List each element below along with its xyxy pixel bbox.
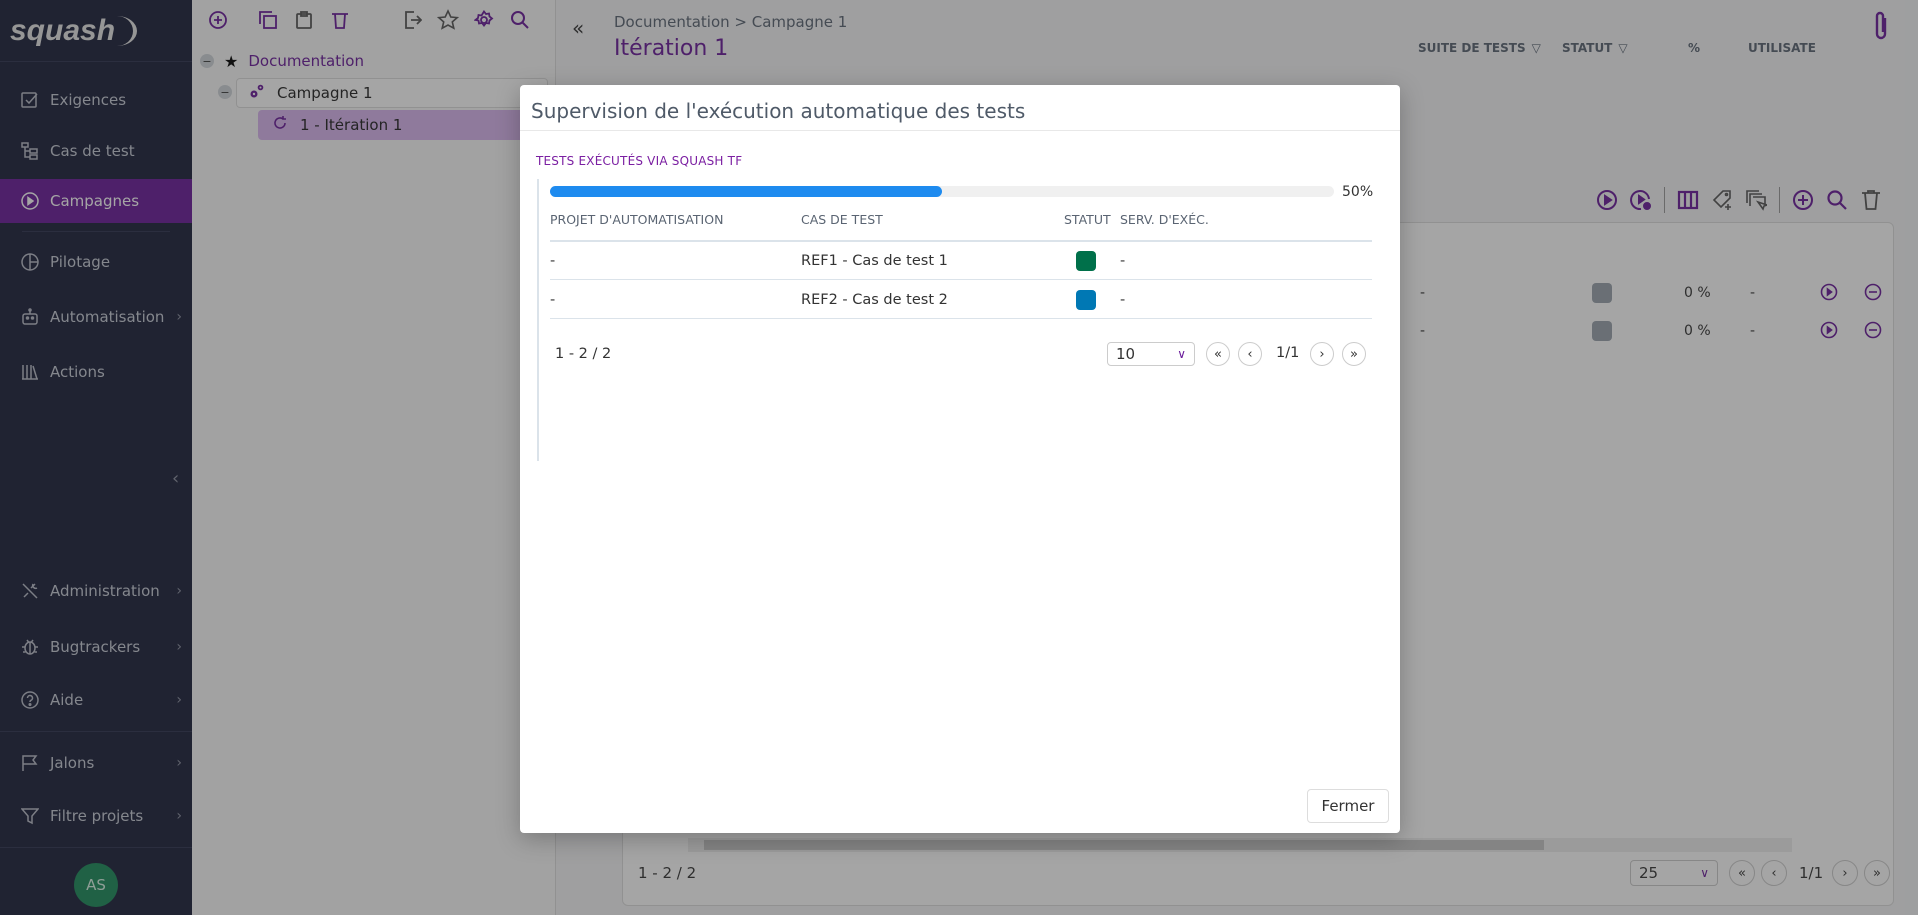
dialog-divider [520, 130, 1400, 131]
close-button[interactable]: Fermer [1307, 789, 1389, 823]
cell-automation-project: - [550, 253, 556, 269]
next-page-button[interactable]: › [1310, 342, 1334, 366]
previous-page-button[interactable]: ‹ [1238, 342, 1262, 366]
automated-execution-supervision-dialog: Supervision de l'exécution automatique d… [520, 85, 1400, 833]
page-size-value: 10 [1116, 345, 1136, 363]
execution-progress-bar [550, 186, 1334, 197]
dialog-page-size-select[interactable]: 10 ∨ [1107, 342, 1195, 366]
cell-exec-server: - [1120, 292, 1126, 308]
row-divider [550, 279, 1372, 280]
cell-test-case: REF1 - Cas de test 1 [801, 253, 948, 269]
progress-fill [550, 186, 942, 197]
column-header-test-case: CAS DE TEST [801, 212, 883, 227]
section-title: TESTS EXÉCUTÉS VIA SQUASH TF [536, 154, 743, 168]
section-rule [537, 179, 539, 461]
column-header-automation-project: PROJET D'AUTOMATISATION [550, 212, 724, 227]
status-badge [1076, 290, 1096, 310]
page-indicator: 1/1 [1276, 345, 1300, 361]
column-header-status: STATUT [1064, 212, 1111, 227]
dialog-title: Supervision de l'exécution automatique d… [531, 99, 1026, 123]
cell-test-case: REF2 - Cas de test 2 [801, 292, 948, 308]
row-divider [550, 318, 1372, 319]
dialog-row-count: 1 - 2 / 2 [555, 346, 612, 362]
column-header-exec-server: SERV. D'EXÉC. [1120, 212, 1209, 227]
chevron-down-icon: ∨ [1177, 347, 1186, 361]
table-header-divider [550, 240, 1372, 242]
progress-label: 50% [1342, 184, 1374, 200]
status-badge [1076, 251, 1096, 271]
first-page-button[interactable]: « [1206, 342, 1230, 366]
cell-automation-project: - [550, 292, 556, 308]
last-page-button[interactable]: » [1342, 342, 1366, 366]
cell-exec-server: - [1120, 253, 1126, 269]
